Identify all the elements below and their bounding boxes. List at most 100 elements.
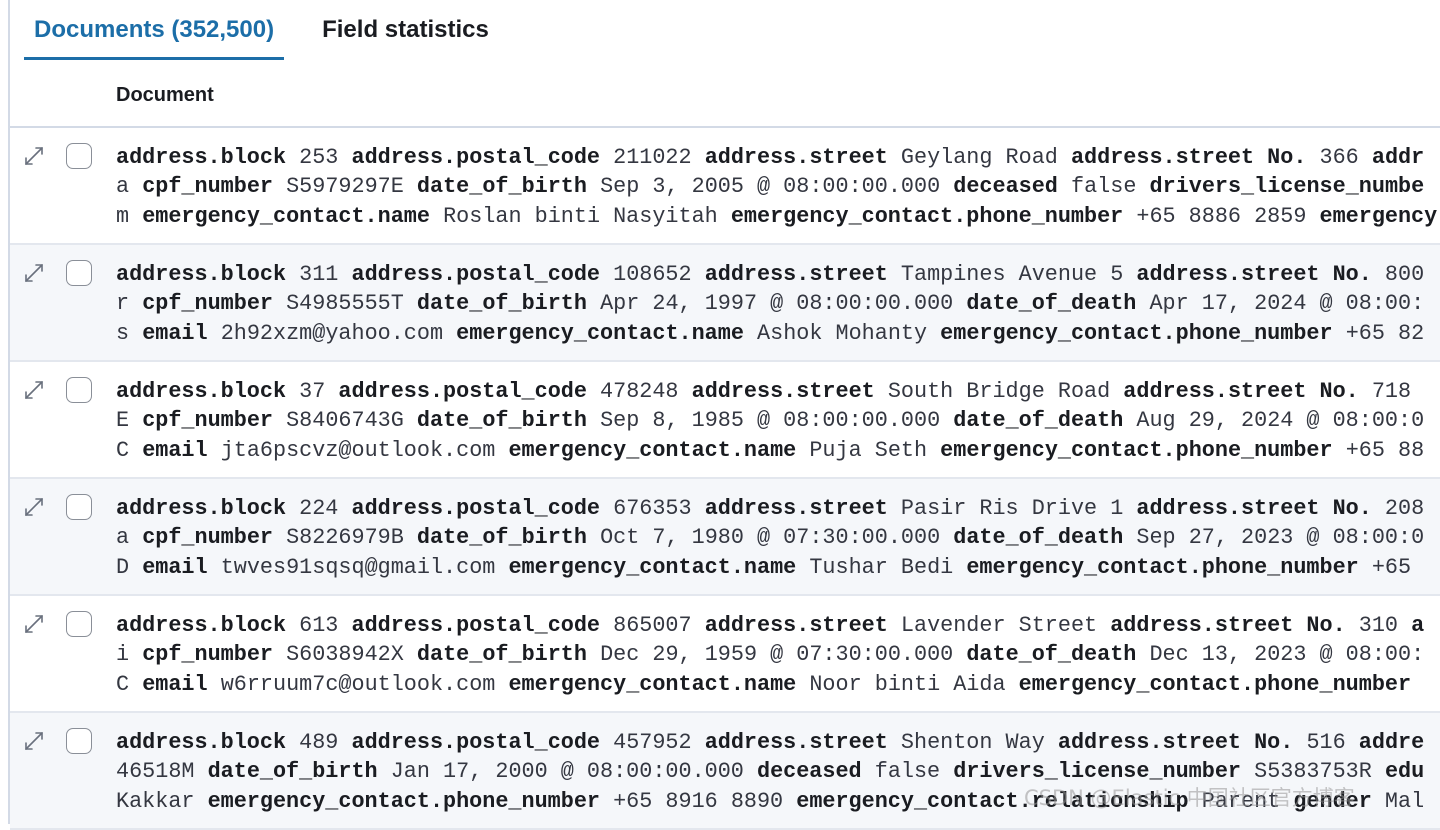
- column-header-document[interactable]: Document: [116, 84, 214, 107]
- field-value: C: [116, 437, 130, 463]
- field-name: emergency_contact.phone_number: [1018, 671, 1412, 697]
- field-name: emergency_contact.phone_number: [730, 203, 1124, 229]
- field-name: address.block: [116, 730, 287, 755]
- field-value: Apr 17, 2024 @ 08:00:: [1149, 291, 1425, 317]
- field-value: r: [116, 291, 130, 317]
- table-row: address.block 311 address.postal_code 10…: [10, 245, 1440, 362]
- field-name: emergency_contact.name: [508, 554, 797, 580]
- field-name: deceased: [953, 174, 1058, 200]
- field-name: date_of_birth: [416, 642, 587, 668]
- field-name: cpf_number: [142, 525, 273, 551]
- field-value: Tampines Avenue 5: [900, 262, 1124, 287]
- field-value: Noor binti Aida: [809, 671, 1006, 697]
- field-name: emergency_contact.phone_number: [966, 554, 1359, 580]
- field-value: Dec 13, 2023 @ 08:00:: [1149, 642, 1425, 668]
- row-select-checkbox[interactable]: [66, 260, 92, 286]
- field-name: date_of_birth: [207, 759, 378, 785]
- field-value: S5979297E: [286, 174, 404, 200]
- tab-documents[interactable]: Documents (352,500): [24, 0, 285, 60]
- field-name: emergency_contact.name: [142, 203, 430, 229]
- field-name: emergency: [1319, 203, 1438, 229]
- field-value: Parent: [1201, 788, 1281, 814]
- field-name: address.block: [116, 145, 287, 170]
- field-name: date_of_birth: [416, 174, 587, 200]
- field-name: emergency_contact.phone_number: [207, 788, 600, 814]
- expand-document-icon[interactable]: [22, 495, 46, 519]
- row-select-checkbox[interactable]: [66, 728, 92, 754]
- field-value: S8406743G: [286, 408, 404, 434]
- document-line: address.block 613 address.postal_code 86…: [116, 611, 1440, 640]
- table-row: address.block 489 address.postal_code 45…: [10, 713, 1440, 830]
- row-select-checkbox[interactable]: [66, 611, 92, 637]
- field-value: 37: [299, 379, 326, 404]
- field-value: false: [874, 759, 941, 785]
- field-value: Sep 8, 1985 @ 08:00:00.000: [600, 408, 941, 434]
- field-value: 516: [1306, 730, 1346, 755]
- field-name: date_of_death: [966, 642, 1137, 668]
- field-name: cpf_number: [142, 408, 273, 434]
- field-value: +65 8916 8890: [613, 788, 784, 814]
- field-value: 2h92xzm@yahoo.com: [220, 320, 444, 346]
- field-value: Tushar Bedi: [809, 554, 954, 580]
- expand-document-icon[interactable]: [22, 612, 46, 636]
- field-value: Apr 24, 1997 @ 08:00:00.000: [600, 291, 954, 317]
- row-select-checkbox[interactable]: [66, 377, 92, 403]
- document-line: 46518M date_of_birth Jan 17, 2000 @ 08:0…: [116, 757, 1440, 786]
- field-name: gender: [1293, 788, 1372, 814]
- field-value: Dec 29, 1959 @ 07:30:00.000: [600, 642, 954, 668]
- field-value: D: [116, 554, 130, 580]
- field-name: address.block: [116, 496, 287, 521]
- field-name: date_of_birth: [416, 408, 587, 434]
- field-name: address.postal_code: [351, 730, 601, 755]
- field-name: date_of_birth: [416, 291, 587, 317]
- field-name: address.street: [691, 379, 875, 404]
- field-name: address.postal_code: [351, 262, 601, 287]
- field-name: address.street: [704, 496, 888, 521]
- field-value: E: [116, 408, 130, 434]
- document-summary: address.block 311 address.postal_code 10…: [116, 260, 1440, 348]
- table-row: address.block 37 address.postal_code 478…: [10, 362, 1440, 479]
- expand-document-icon[interactable]: [22, 261, 46, 285]
- field-value: 208: [1384, 496, 1425, 521]
- field-name: address.postal_code: [351, 613, 601, 638]
- expand-document-icon[interactable]: [22, 729, 46, 753]
- field-name: emergency_contact.name: [456, 320, 744, 346]
- table-row: address.block 224 address.postal_code 67…: [10, 479, 1440, 596]
- field-value: Mal: [1384, 788, 1425, 814]
- field-value: +65 88: [1345, 437, 1425, 463]
- document-summary: address.block 224 address.postal_code 67…: [116, 494, 1440, 582]
- expand-document-icon[interactable]: [22, 144, 46, 168]
- field-name: emergency_contact.name: [508, 671, 797, 697]
- field-name: address.block: [116, 613, 287, 638]
- document-line: address.block 253 address.postal_code 21…: [116, 143, 1440, 172]
- table-header: Document: [10, 68, 1440, 128]
- field-value: 489: [299, 730, 339, 755]
- expand-document-icon[interactable]: [22, 378, 46, 402]
- row-select-checkbox[interactable]: [66, 143, 92, 169]
- field-name: address.street: [704, 262, 888, 287]
- field-value: 800: [1384, 262, 1425, 287]
- tab-field-statistics[interactable]: Field statistics: [312, 0, 499, 60]
- field-name: address.street No.: [1136, 496, 1372, 521]
- row-select-checkbox[interactable]: [66, 494, 92, 520]
- field-value: S5383753R: [1254, 759, 1372, 785]
- field-name: date_of_death: [953, 525, 1124, 551]
- field-name: addr: [1371, 145, 1425, 170]
- field-value: 311: [299, 262, 339, 287]
- field-value: +65: [1371, 554, 1412, 580]
- document-summary: address.block 37 address.postal_code 478…: [116, 377, 1440, 465]
- field-name: email: [142, 671, 208, 697]
- field-name: date_of_death: [953, 408, 1124, 434]
- field-name: email: [142, 320, 208, 346]
- field-name: address.street No.: [1070, 145, 1307, 170]
- field-name: emergency_contact.relationship: [796, 788, 1189, 814]
- field-name: emergency_contact.name: [508, 437, 797, 463]
- field-value: Geylang Road: [900, 145, 1058, 170]
- document-line: address.block 37 address.postal_code 478…: [116, 377, 1440, 406]
- document-line: address.block 489 address.postal_code 45…: [116, 728, 1440, 757]
- field-value: S8226979B: [286, 525, 404, 551]
- field-name: address.street No.: [1057, 730, 1294, 755]
- document-line: address.block 224 address.postal_code 67…: [116, 494, 1440, 523]
- field-name: address.street No.: [1123, 379, 1359, 404]
- field-value: +65 82: [1345, 320, 1425, 346]
